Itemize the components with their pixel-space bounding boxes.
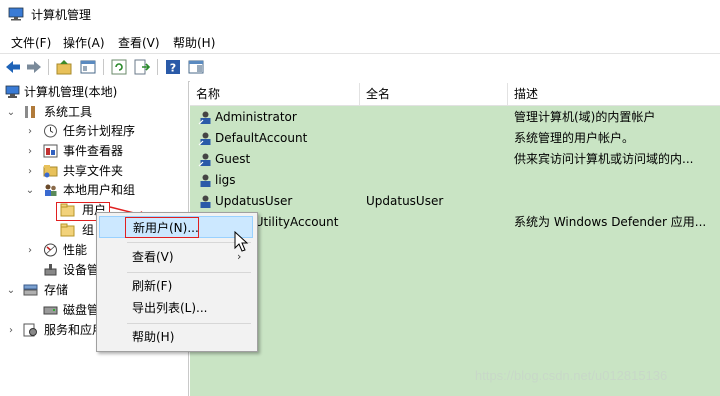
- user-description: 系统为 Windows Defender 应用...: [514, 215, 707, 229]
- user-description: 系统管理的用户帐户。: [514, 131, 635, 145]
- computer-management-icon: [8, 7, 24, 21]
- tools-icon: [25, 106, 35, 118]
- list-body: Administrator 管理计算机(域)的内置帐户 DefaultAccou…: [190, 106, 720, 396]
- watermark-text: https://blog.csdn.net/u012815136: [475, 368, 668, 383]
- tree-label-shared-folders: 共享文件夹: [63, 164, 124, 178]
- collapse-chevron-icon[interactable]: ⌄: [6, 281, 16, 300]
- menu-label-help: 帮助(H): [132, 330, 175, 344]
- collapse-chevron-icon[interactable]: ⌄: [25, 181, 35, 200]
- menu-file[interactable]: 文件(F): [9, 33, 53, 52]
- menu-label-refresh: 刷新(F): [132, 279, 173, 293]
- tree-label-event-viewer: 事件查看器: [63, 144, 124, 158]
- expand-chevron-icon[interactable]: ›: [25, 142, 35, 161]
- user-description: 供来宾访问计算机或访问域的内...: [514, 152, 694, 166]
- user-icon: [200, 174, 211, 187]
- menu-help[interactable]: 帮助(H): [171, 33, 217, 52]
- collapse-chevron-icon[interactable]: ⌄: [6, 103, 16, 122]
- list-header: 名称 全名 描述: [190, 83, 720, 106]
- mouse-cursor-icon: [234, 231, 249, 252]
- menu-item-view[interactable]: 查看(V) ›: [99, 246, 253, 268]
- users-list-pane: 名称 全名 描述 Administrator 管理计算机(域)的内置帐户 Def…: [190, 81, 720, 396]
- expand-chevron-icon[interactable]: ›: [6, 321, 16, 340]
- device-manager-icon: [44, 264, 57, 276]
- performance-icon: [44, 243, 57, 257]
- user-fullname: UpdatusUser: [366, 194, 444, 208]
- menu-label-view: 查看(V): [132, 250, 174, 264]
- event-log-icon: [43, 144, 58, 158]
- toolbar: ?: [0, 53, 720, 82]
- tree-label-system-tools: 系统工具: [44, 105, 93, 119]
- users-group-icon: [45, 184, 57, 196]
- tree-label-storage: 存储: [44, 283, 69, 297]
- tree-label-task-scheduler: 任务计划程序: [63, 124, 136, 138]
- table-row[interactable]: DefaultAccount 系统管理的用户帐户。: [190, 128, 720, 149]
- table-row[interactable]: tUtilityAccount 系统为 Windows Defender 应用.…: [190, 212, 720, 233]
- tree-label-root: 计算机管理(本地): [24, 85, 118, 99]
- window-title: 计算机管理: [31, 8, 92, 22]
- help-icon[interactable]: ?: [164, 58, 182, 76]
- user-name: ligs: [215, 173, 236, 187]
- tree-label-disk-management: 磁盘管: [63, 303, 100, 317]
- user-name: UpdatusUser: [215, 194, 293, 208]
- disk-icon: [43, 306, 58, 315]
- export-list-icon[interactable]: [133, 58, 151, 76]
- menu-bar: 文件(F) 操作(A) 查看(V) 帮助(H): [0, 30, 720, 52]
- user-icon: [198, 153, 211, 167]
- user-name: tUtilityAccount: [250, 215, 339, 229]
- expand-chevron-icon[interactable]: ›: [25, 162, 35, 181]
- menu-view[interactable]: 查看(V): [116, 33, 162, 52]
- menu-action[interactable]: 操作(A): [61, 33, 107, 52]
- menu-item-help[interactable]: 帮助(H): [99, 326, 253, 348]
- expand-chevron-icon[interactable]: ›: [25, 122, 35, 141]
- tree-label-performance: 性能: [63, 243, 88, 257]
- table-row[interactable]: UpdatusUser UpdatusUser: [190, 191, 720, 212]
- tree-label-services-apps: 服务和应用: [44, 323, 105, 337]
- table-row[interactable]: Administrator 管理计算机(域)的内置帐户: [190, 107, 720, 128]
- menu-item-refresh[interactable]: 刷新(F): [99, 275, 253, 297]
- tree-label-device-manager: 设备管: [63, 263, 100, 277]
- user-name: Guest: [215, 152, 251, 166]
- menu-item-export-list[interactable]: 导出列表(L)...: [99, 297, 253, 319]
- user-name: DefaultAccount: [215, 131, 308, 145]
- table-row[interactable]: Guest 供来宾访问计算机或访问域的内...: [190, 149, 720, 170]
- computer-icon: [5, 85, 20, 98]
- back-arrow-icon[interactable]: [4, 58, 22, 76]
- properties-pane-icon[interactable]: [187, 58, 205, 76]
- services-icon: [23, 323, 37, 337]
- shared-folder-icon: [43, 165, 58, 178]
- user-description: 管理计算机(域)的内置帐户: [514, 110, 656, 124]
- user-icon: [198, 132, 211, 146]
- show-hide-tree-icon[interactable]: [79, 58, 97, 76]
- user-icon: [200, 195, 211, 208]
- expand-chevron-icon[interactable]: ›: [25, 241, 35, 260]
- user-name: Administrator: [215, 110, 297, 124]
- forward-arrow-icon[interactable]: [25, 58, 43, 76]
- menu-label-export-list: 导出列表(L)...: [132, 301, 208, 315]
- up-folder-icon[interactable]: [55, 58, 73, 76]
- clock-icon: [44, 124, 57, 138]
- storage-icon: [23, 284, 38, 296]
- user-icon: [198, 111, 211, 125]
- tree-label-groups: 组: [82, 223, 95, 237]
- column-header-description[interactable]: 描述: [508, 83, 720, 105]
- column-header-name[interactable]: 名称: [190, 83, 360, 105]
- svg-text:?: ?: [170, 62, 176, 75]
- refresh-icon[interactable]: [110, 58, 128, 76]
- folder-icon: [60, 223, 75, 237]
- new-user-highlight-box: [125, 217, 199, 238]
- column-header-fullname[interactable]: 全名: [360, 83, 508, 105]
- title-bar: 计算机管理: [0, 0, 720, 28]
- tree-label-local-users-groups: 本地用户和组: [63, 183, 136, 197]
- table-row[interactable]: ligs: [190, 170, 720, 191]
